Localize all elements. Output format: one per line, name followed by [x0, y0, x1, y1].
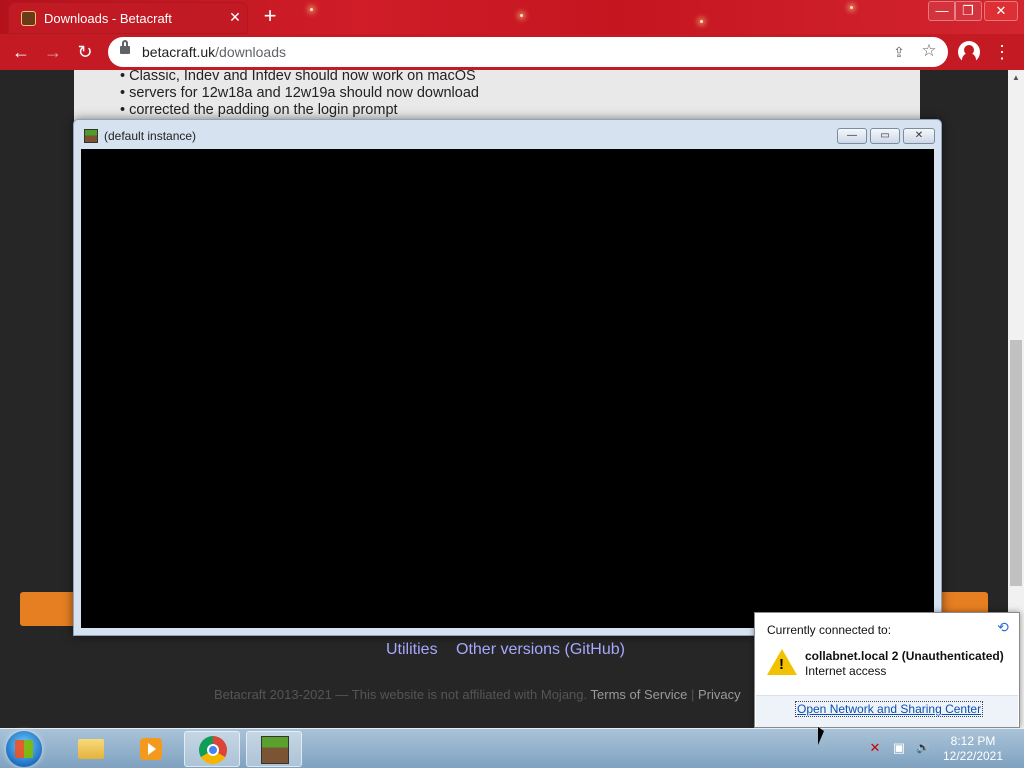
network-name: collabnet.local 2 (Unauthenticated) — [805, 649, 1004, 663]
page-links: Utilities Other versions (GitHub) — [386, 641, 639, 659]
background-sparkle — [310, 8, 313, 11]
connection-header: Currently connected to: — [767, 623, 892, 637]
utilities-link[interactable]: Utilities — [386, 641, 438, 658]
system-clock[interactable]: 8:12 PM 12/22/2021 — [936, 734, 1010, 764]
changelog-item: corrected the padding on the login promp… — [120, 102, 479, 119]
changelog-item: servers for 12w18a and 12w19a should now… — [120, 85, 479, 102]
start-button[interactable] — [6, 731, 42, 767]
chrome-menu-icon[interactable]: ⋮ — [992, 40, 1012, 64]
forward-button[interactable]: → — [38, 37, 68, 67]
url-domain: betacraft.uk — [142, 44, 216, 60]
share-icon[interactable]: ⇪ — [890, 43, 908, 61]
minecraft-block-icon — [84, 129, 98, 143]
changelog-list: Classic, Indev and Infdev should now wor… — [120, 70, 479, 119]
network-status: Internet access — [805, 664, 887, 678]
open-network-center-link[interactable]: Open Network and Sharing Center — [794, 701, 984, 717]
game-restore-button[interactable]: ▭ — [870, 128, 900, 144]
game-canvas[interactable] — [81, 149, 934, 628]
lock-icon[interactable] — [120, 40, 130, 56]
window-minimize-button[interactable]: — — [928, 1, 956, 21]
game-close-button[interactable]: ✕ — [903, 128, 935, 144]
other-versions-link[interactable]: Other versions (GitHub) — [456, 641, 625, 658]
media-player-icon — [140, 738, 162, 760]
back-button[interactable]: ← — [6, 37, 36, 67]
bookmark-star-icon[interactable]: ☆ — [920, 42, 938, 60]
background-sparkle — [700, 20, 703, 23]
network-tray-icon[interactable]: ▣ — [890, 739, 908, 757]
chrome-icon — [199, 736, 227, 764]
url-path: /downloads — [215, 44, 286, 60]
clock-date: 12/22/2021 — [942, 749, 1004, 763]
taskbar: ✕ ▣ 🔊 8:12 PM 12/22/2021 — [0, 728, 1024, 768]
download-button[interactable] — [20, 592, 80, 626]
scroll-up-arrow-icon[interactable]: ▲ — [1008, 70, 1024, 86]
folder-icon — [78, 739, 104, 759]
volume-tray-icon[interactable]: 🔊 — [914, 739, 932, 757]
footer-separator: | — [690, 687, 695, 702]
changelog-item: Classic, Indev and Infdev should now wor… — [120, 70, 479, 85]
address-bar[interactable]: betacraft.uk/downloads ⇪ ☆ — [108, 37, 948, 67]
game-window-title: (default instance) — [104, 129, 197, 143]
taskbar-minecraft[interactable] — [246, 731, 302, 767]
browser-toolbar: ← → ↻ betacraft.uk/downloads ⇪ ☆ ⋮ — [0, 34, 1024, 70]
new-tab-button[interactable]: + — [258, 5, 282, 29]
mouse-cursor-icon — [818, 727, 824, 745]
terms-link[interactable]: Terms of Service — [591, 687, 688, 702]
windows-logo-icon — [15, 740, 33, 758]
game-window: (default instance) — ▭ ✕ — [73, 119, 942, 636]
window-close-button[interactable]: ✕ — [984, 1, 1018, 21]
window-restore-button[interactable]: ❐ — [954, 1, 982, 21]
reload-button[interactable]: ↻ — [70, 37, 100, 67]
background-sparkle — [520, 14, 523, 17]
game-minimize-button[interactable]: — — [837, 128, 867, 144]
network-warning-tray-icon[interactable]: ✕ — [866, 739, 884, 757]
warning-icon: ! — [767, 649, 797, 675]
tab-downloads-betacraft[interactable]: Downloads - Betacraft ✕ — [8, 2, 248, 34]
tab-title: Downloads - Betacraft — [44, 11, 172, 26]
clock-time: 8:12 PM — [950, 734, 996, 748]
refresh-icon[interactable]: ⟲ — [995, 619, 1011, 635]
taskbar-explorer[interactable] — [62, 731, 118, 767]
warning-glyph: ! — [779, 656, 784, 673]
grass-block-icon — [261, 736, 289, 764]
taskbar-media-player[interactable] — [122, 731, 178, 767]
betacraft-favicon-icon — [21, 11, 36, 26]
network-popup-footer: Open Network and Sharing Center — [756, 695, 1018, 727]
browser-tab-strip: Downloads - Betacraft ✕ + — ❐ ✕ — [0, 0, 1024, 34]
page-footer: Betacraft 2013-2021 — This website is no… — [214, 687, 741, 702]
taskbar-chrome[interactable] — [184, 731, 240, 767]
background-sparkle — [850, 6, 853, 9]
url-text: betacraft.uk/downloads — [142, 44, 286, 60]
scrollbar-thumb[interactable] — [1010, 340, 1022, 586]
privacy-link[interactable]: Privacy — [698, 687, 741, 702]
copyright-text: Betacraft 2013-2021 — This website is no… — [214, 687, 588, 702]
profile-avatar-icon[interactable] — [958, 41, 980, 63]
tab-close-icon[interactable]: ✕ — [226, 8, 244, 26]
network-popup: Currently connected to: ⟲ ! collabnet.lo… — [754, 612, 1020, 728]
